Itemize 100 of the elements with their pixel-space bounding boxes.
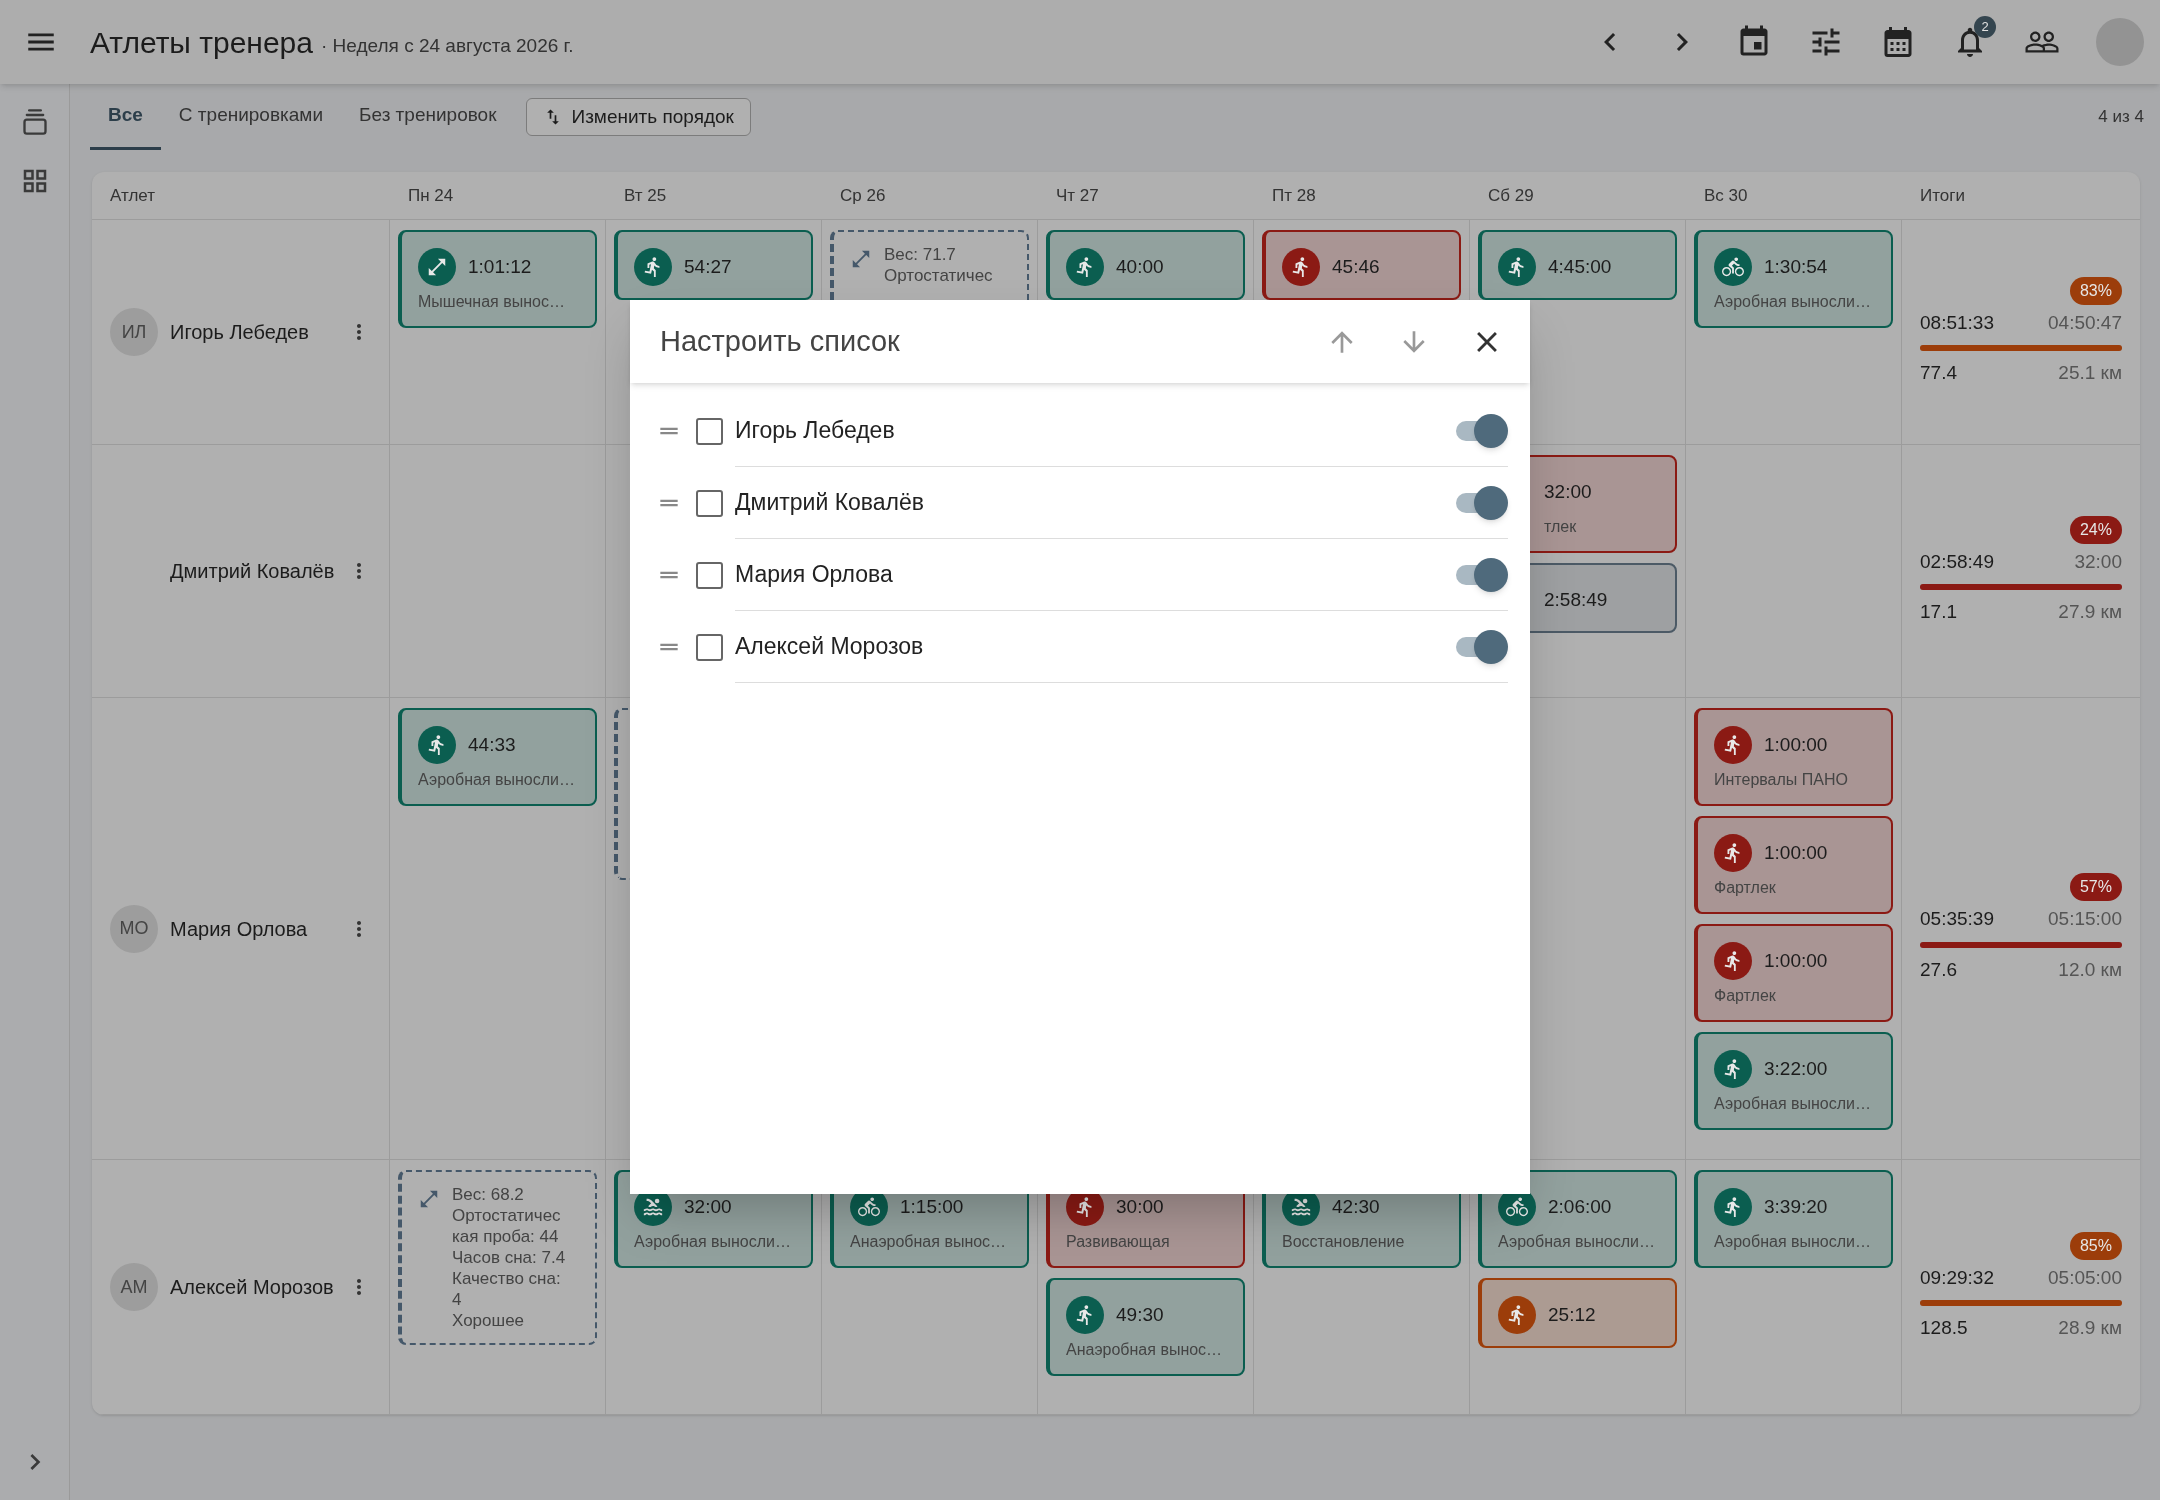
workout-type: Интервалы ПАНО (1714, 770, 1849, 790)
athlete-name[interactable]: Алексей Морозов (170, 1272, 334, 1302)
workout-card[interactable]: 49:30 Анаэробная вынос… (1046, 1278, 1245, 1376)
athlete-count: 4 из 4 (2098, 106, 2144, 129)
metric-text: Качество сна: (452, 1268, 562, 1289)
filter-tab[interactable]: Все (90, 84, 161, 150)
workout-duration: 1:15:00 (900, 1194, 964, 1219)
workout-type: Анаэробная вынос… (850, 1232, 1008, 1252)
stacked-cards-icon[interactable] (20, 108, 49, 136)
workout-card[interactable]: 3:39:20 Аэробная выносли… (1694, 1170, 1893, 1268)
workout-duration: 40:00 (1116, 254, 1164, 279)
workout-type: тлек (1544, 517, 1578, 537)
athlete-avatar: ИЛ (110, 308, 158, 356)
metrics-card[interactable]: Вес: 68.2 Ортостатичес кая проба: 44 Часов сна: 7.4 Качество сна: 4 Хорошее (398, 1170, 597, 1345)
workout-card[interactable]: 3:22:00 Аэробная выносли… (1694, 1032, 1893, 1130)
workout-duration: 25:12 (1548, 1302, 1596, 1327)
runner-icon (1714, 1188, 1752, 1226)
athlete-name[interactable]: Мария Орлова (170, 913, 308, 944)
runner-icon (1498, 248, 1536, 286)
workout-duration: 49:30 (1116, 1302, 1164, 1327)
workout-duration: 1:00:00 (1764, 732, 1828, 757)
workout-duration: 32:00 (1544, 479, 1592, 504)
workout-duration: 2:06:00 (1548, 1194, 1612, 1219)
metric-text: Часов сна: 7.4 (452, 1247, 566, 1268)
workout-type: Развивающая (1066, 1232, 1171, 1252)
reorder-button[interactable]: Изменить порядок (526, 98, 751, 136)
runner-icon (1714, 726, 1752, 764)
workout-card[interactable]: 25:12 (1478, 1278, 1677, 1348)
distance: 12.0 км (2058, 957, 2122, 982)
workout-duration: 32:00 (684, 1194, 732, 1219)
notification-badge: 2 (1974, 16, 1996, 38)
planned-time: 05:15:00 (2048, 907, 2122, 931)
workout-type: Фартлек (1714, 986, 1777, 1006)
workout-duration: 1:30:54 (1764, 254, 1828, 279)
completion-badge: 24% (2069, 515, 2122, 544)
training-load: 27.6 (1920, 957, 1957, 982)
list-item-name: Игорь Лебедев (735, 416, 895, 446)
diagonal-arrows-icon (850, 248, 872, 270)
workout-duration: 4:45:00 (1548, 254, 1612, 279)
bicycle-icon (1714, 248, 1752, 286)
workout-type: Аэробная выносли… (1714, 292, 1872, 312)
column-header: Итоги (1919, 184, 1966, 207)
column-header: Сб 29 (1487, 184, 1535, 207)
diagonal-arrows-icon (418, 1188, 440, 1210)
workout-card[interactable]: 54:27 (614, 230, 813, 300)
runner-icon (418, 726, 456, 764)
column-header: Пн 24 (407, 184, 455, 207)
page-title: Атлеты тренера (90, 24, 313, 61)
distance: 28.9 км (2058, 1316, 2122, 1340)
workout-type: Аэробная выносли… (1714, 1232, 1872, 1252)
diagonal-arrows-icon (418, 248, 456, 286)
planned-time: 04:50:47 (2048, 310, 2122, 335)
completion-badge: 83% (2069, 276, 2122, 305)
workout-card[interactable]: 1:00:00 Фартлек (1694, 924, 1893, 1022)
actual-time: 05:35:39 (1920, 907, 1994, 931)
workout-card[interactable]: 4:45:00 (1478, 230, 1677, 300)
athlete-avatar: МО (110, 904, 158, 953)
workout-duration: 3:22:00 (1764, 1056, 1828, 1081)
runner-icon (1498, 1296, 1536, 1334)
runner-icon (1066, 248, 1104, 286)
workout-card[interactable]: 1:01:12 Мышечная вынос… (398, 230, 597, 328)
planned-time: 05:05:00 (2048, 1265, 2122, 1290)
athlete-name[interactable]: Дмитрий Ковалёв (170, 556, 335, 586)
metric-text: Ортостатичес (884, 265, 993, 286)
athlete-avatar: АМ (110, 1263, 158, 1311)
workout-type: Анаэробная вынос… (1066, 1340, 1224, 1360)
checkbox[interactable] (696, 489, 723, 517)
workout-duration: 30:00 (1116, 1194, 1164, 1219)
column-header: Вт 25 (623, 184, 668, 207)
metric-text: 4 (452, 1289, 463, 1310)
actual-time: 02:58:49 (1920, 549, 1994, 574)
workout-duration: 54:27 (684, 254, 732, 279)
workout-duration: 44:33 (468, 732, 516, 757)
workout-type: Мышечная вынос… (418, 292, 566, 312)
workout-card[interactable]: 1:00:00 Фартлек (1694, 816, 1893, 914)
filter-tab[interactable]: Без тренировок (341, 84, 515, 150)
workout-duration: 1:00:00 (1764, 948, 1828, 973)
workout-duration: 2:58:49 (1544, 587, 1608, 612)
checkbox[interactable] (696, 561, 723, 589)
workout-card[interactable]: 1:00:00 Интервалы ПАНО (1694, 708, 1893, 806)
workout-card[interactable]: 45:46 (1262, 230, 1461, 300)
checkbox[interactable] (696, 633, 723, 661)
list-item-name: Алексей Морозов (735, 632, 924, 662)
workout-duration: 1:00:00 (1764, 840, 1828, 865)
workout-card[interactable]: 2:06:00 Аэробная выносли… (1478, 1170, 1677, 1268)
checkbox[interactable] (696, 417, 723, 445)
metric-text: кая проба: 44 (452, 1226, 560, 1247)
workout-card[interactable]: 44:33 Аэробная выносли… (398, 708, 597, 806)
column-header: Пт 28 (1271, 184, 1317, 207)
planned-time: 32:00 (2074, 549, 2122, 574)
workout-duration: 45:46 (1332, 254, 1380, 279)
actual-time: 08:51:33 (1920, 310, 1994, 335)
workout-card[interactable]: 40:00 (1046, 230, 1245, 300)
runner-icon (1714, 942, 1752, 980)
workout-duration: 1:01:12 (468, 254, 532, 279)
workout-card[interactable]: 1:30:54 Аэробная выносли… (1694, 230, 1893, 328)
filter-tab[interactable]: С тренировками (160, 84, 341, 150)
athlete-name[interactable]: Игорь Лебедев (170, 317, 309, 347)
workout-duration: 3:39:20 (1764, 1194, 1828, 1219)
workout-type: Аэробная выносли… (418, 770, 576, 790)
